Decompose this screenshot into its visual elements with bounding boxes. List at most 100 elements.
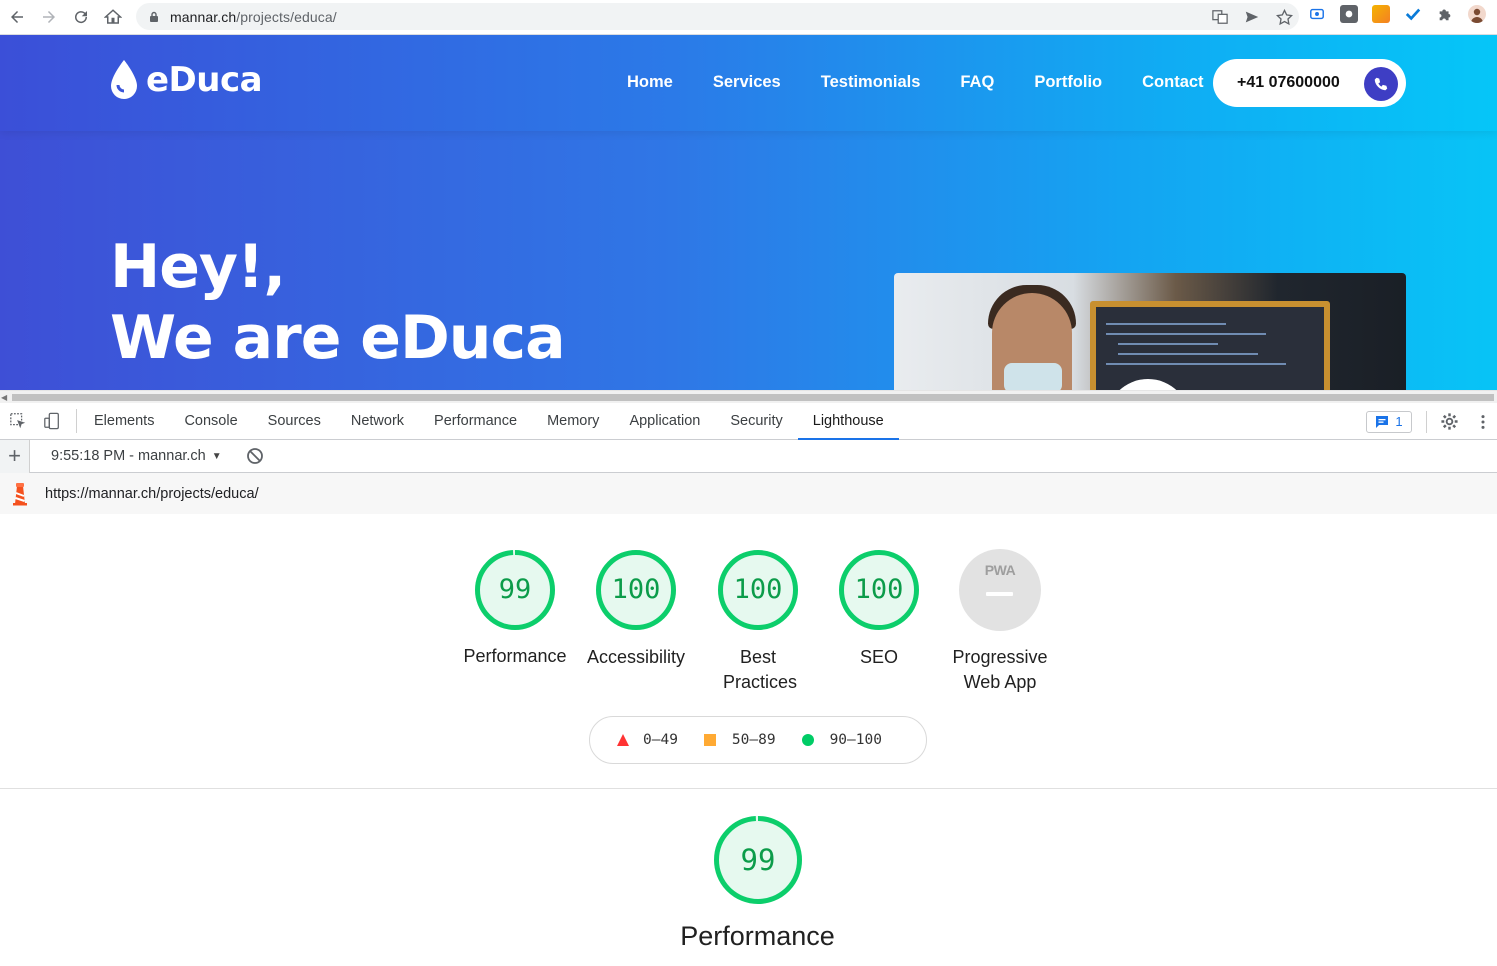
issues-badge[interactable]: 1: [1366, 410, 1412, 433]
gauge-ring: 100: [717, 549, 799, 631]
legend-fail: 0–49: [617, 732, 678, 748]
back-icon[interactable]: [1, 2, 33, 32]
nav-faq[interactable]: FAQ: [960, 73, 994, 92]
performance-section: 99 Performance: [0, 790, 1497, 966]
code-line: [1118, 343, 1218, 345]
issues-count: 1: [1395, 414, 1403, 429]
tab-memory[interactable]: Memory: [532, 403, 614, 440]
tab-network[interactable]: Network: [336, 403, 419, 440]
tab-sources[interactable]: Sources: [253, 403, 336, 440]
hero-title: Hey!, We are eDuca: [110, 232, 566, 374]
gauge-ring: 100: [838, 549, 920, 631]
devtools-tabbar: Elements Console Sources Network Perform…: [0, 403, 1497, 440]
gauge-performance[interactable]: 99 Performance: [455, 549, 575, 669]
forward-icon[interactable]: [33, 2, 65, 32]
gauge-accessibility[interactable]: 100 Accessibility: [576, 549, 696, 670]
gauge-pwa[interactable]: PWA Progressive Web App: [940, 549, 1060, 695]
pwa-badge-icon: PWA: [959, 549, 1041, 631]
gauge-score: 100: [611, 574, 661, 605]
phone-number: +41 07600000: [1237, 74, 1340, 91]
toolbar-divider: [1426, 410, 1427, 433]
nav-home[interactable]: Home: [627, 73, 673, 92]
address-text: mannar.ch/projects/educa/: [170, 8, 337, 25]
gauge-label: Best Practices: [723, 647, 798, 692]
gauge-label: Accessibility: [586, 647, 686, 667]
extensions-puzzle-icon[interactable]: [1436, 5, 1454, 23]
red-triangle-icon: [617, 734, 629, 746]
gauge-ring: 100: [595, 549, 677, 631]
home-icon[interactable]: [97, 2, 129, 32]
orange-square-icon: [703, 734, 716, 746]
laptop-screen: [1090, 301, 1330, 390]
lock-icon: [150, 11, 158, 22]
phone-button[interactable]: +41 07600000: [1213, 59, 1406, 107]
code-line: [1106, 323, 1226, 325]
tab-elements[interactable]: Elements: [79, 403, 169, 440]
gauge-best-practices[interactable]: 100 Best Practices: [697, 549, 819, 695]
report-url: https://mannar.ch/projects/educa/: [45, 485, 259, 502]
screen-capture-extension-icon[interactable]: [1308, 5, 1326, 23]
bookmark-star-icon[interactable]: [1275, 8, 1293, 26]
code-line: [1118, 353, 1258, 355]
more-options-icon[interactable]: [1473, 412, 1493, 432]
hero-photo: [894, 273, 1406, 390]
nav-services[interactable]: Services: [713, 73, 781, 92]
gauge-ring: 99: [474, 549, 556, 631]
hero-line-2: We are eDuca: [110, 303, 566, 373]
nav-portfolio[interactable]: Portfolio: [1034, 73, 1102, 92]
browser-toolbar: mannar.ch/projects/educa/: [0, 0, 1497, 35]
lighthouse-scores-panel: 99 Performance 100 Accessibility 100 Bes…: [0, 514, 1497, 789]
extension-orange-icon[interactable]: [1372, 5, 1390, 23]
address-bar[interactable]: mannar.ch/projects/educa/: [136, 3, 1299, 30]
legend-average: 50–89: [703, 732, 776, 748]
site-header: eDuca Home Services Testimonials FAQ Por…: [0, 35, 1497, 131]
performance-score: 99: [740, 843, 776, 877]
settings-gear-icon[interactable]: [1439, 412, 1459, 432]
new-report-plus-icon[interactable]: +: [0, 439, 30, 473]
tab-application[interactable]: Application: [614, 403, 715, 440]
lighthouse-toolbar: + 9:55:18 PM - mannar.ch ▼: [0, 439, 1497, 473]
extension-check-icon[interactable]: [1404, 5, 1422, 23]
legend-average-label: 50–89: [731, 732, 776, 748]
dropdown-caret-icon: ▼: [211, 450, 222, 462]
inspect-element-icon[interactable]: [8, 411, 28, 431]
lighthouse-logo-icon: [13, 482, 27, 505]
clear-all-icon[interactable]: [246, 447, 264, 465]
website-viewport: eDuca Home Services Testimonials FAQ Por…: [0, 35, 1497, 390]
phone-icon: [1364, 67, 1398, 101]
performance-title: Performance: [680, 921, 835, 951]
pwa-dash: [986, 592, 1013, 596]
horizontal-scrollbar[interactable]: ◀: [0, 390, 1497, 403]
tab-console[interactable]: Console: [169, 403, 252, 440]
report-selector[interactable]: 9:55:18 PM - mannar.ch ▼: [51, 448, 222, 464]
water-drop-icon: [111, 60, 137, 99]
lighthouse-url-bar: https://mannar.ch/projects/educa/: [0, 473, 1497, 514]
hero-line-1: Hey!,: [110, 232, 286, 302]
tab-security[interactable]: Security: [715, 403, 797, 440]
gauge-seo[interactable]: 100 SEO: [819, 549, 939, 670]
legend-pass-label: 90–100: [829, 732, 882, 748]
code-line: [1106, 333, 1266, 335]
tab-performance[interactable]: Performance: [419, 403, 532, 440]
scrollbar-thumb[interactable]: [12, 394, 1494, 401]
gauge-label: SEO: [859, 647, 898, 667]
reload-icon[interactable]: [65, 2, 97, 32]
nav-testimonials[interactable]: Testimonials: [821, 73, 921, 92]
performance-gauge: 99: [713, 815, 803, 905]
site-nav: Home Services Testimonials FAQ Portfolio…: [627, 73, 1244, 92]
profile-avatar[interactable]: [1468, 5, 1486, 23]
nav-contact[interactable]: Contact: [1142, 73, 1203, 92]
site-logo[interactable]: eDuca: [108, 59, 263, 101]
translate-icon[interactable]: [1211, 8, 1229, 26]
device-toggle-icon[interactable]: [42, 411, 62, 431]
scroll-left-icon[interactable]: ◀: [1, 393, 7, 402]
legend-pass: 90–100: [801, 732, 882, 748]
send-icon[interactable]: [1243, 8, 1261, 26]
score-legend: 0–49 50–89 90–100: [589, 716, 927, 764]
message-icon: [1376, 415, 1389, 428]
extension-gray-icon[interactable]: [1340, 5, 1358, 23]
gauge-score: 100: [733, 574, 783, 605]
gauge-label: Progressive Web App: [952, 647, 1048, 692]
code-line: [1106, 363, 1286, 365]
tab-lighthouse[interactable]: Lighthouse: [797, 403, 899, 440]
